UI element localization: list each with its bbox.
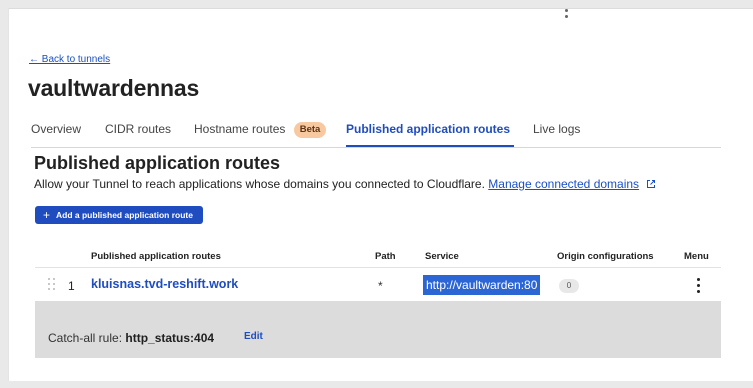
header-divider: [35, 267, 721, 268]
catch-all-rule-panel: Catch-all rule: http_status:404 Edit: [35, 301, 721, 358]
column-header-path: Path: [375, 251, 396, 262]
tab-label: CIDR routes: [105, 122, 172, 136]
back-to-tunnels-link[interactable]: ← Back to tunnels: [29, 54, 110, 65]
tab-label: Hostname routes: [194, 122, 286, 136]
section-description: Allow your Tunnel to reach applications …: [34, 177, 656, 191]
add-button-label: Add a published application route: [56, 210, 193, 220]
tunnel-detail-card: ← Back to tunnels vaultwardennas Overvie…: [8, 8, 753, 381]
tab-overview[interactable]: Overview: [31, 119, 81, 147]
route-hostname-link[interactable]: kluisnas.tvd-reshift.work: [91, 277, 238, 291]
tab-label: Published application routes: [346, 122, 511, 136]
origin-configurations-count[interactable]: 0: [559, 279, 579, 293]
column-header-service: Service: [425, 251, 459, 262]
manage-connected-domains-link[interactable]: Manage connected domains: [488, 177, 639, 191]
column-header-routes: Published application routes: [91, 251, 221, 262]
tab-live-logs[interactable]: Live logs: [533, 119, 580, 147]
catch-all-value: http_status:404: [125, 331, 215, 345]
column-header-menu: Menu: [684, 251, 709, 262]
column-header-origin-configurations: Origin configurations: [557, 251, 654, 262]
route-path: *: [378, 279, 383, 293]
top-dot: [565, 15, 568, 18]
tab-bar: Overview CIDR routes Hostname routes Bet…: [31, 119, 721, 147]
description-text: Allow your Tunnel to reach applications …: [34, 177, 485, 191]
route-service[interactable]: http://vaultwarden:80: [423, 275, 541, 295]
section-title: Published application routes: [34, 153, 281, 173]
add-published-route-button[interactable]: + Add a published application route: [35, 206, 203, 224]
external-link-icon[interactable]: [646, 179, 656, 189]
tab-published-application-routes[interactable]: Published application routes: [346, 119, 515, 147]
row-index: 1: [68, 279, 75, 293]
drag-handle-icon[interactable]: [47, 277, 57, 291]
top-dot: [565, 9, 568, 12]
tab-label: Live logs: [533, 122, 581, 136]
catch-all-edit-link[interactable]: Edit: [244, 331, 263, 342]
tab-hostname-routes[interactable]: Hostname routes Beta: [194, 119, 327, 147]
catch-all-title: Catch-all rule:: [48, 331, 123, 345]
catch-all-label: Catch-all rule: http_status:404: [48, 331, 214, 345]
tab-label: Overview: [31, 122, 82, 136]
tab-cidr-routes[interactable]: CIDR routes: [105, 119, 171, 147]
plus-icon: +: [43, 208, 51, 222]
page-title: vaultwardennas: [28, 75, 200, 101]
row-menu-icon[interactable]: [691, 275, 705, 295]
beta-badge: Beta: [293, 122, 327, 138]
tabs-divider: [31, 147, 721, 148]
